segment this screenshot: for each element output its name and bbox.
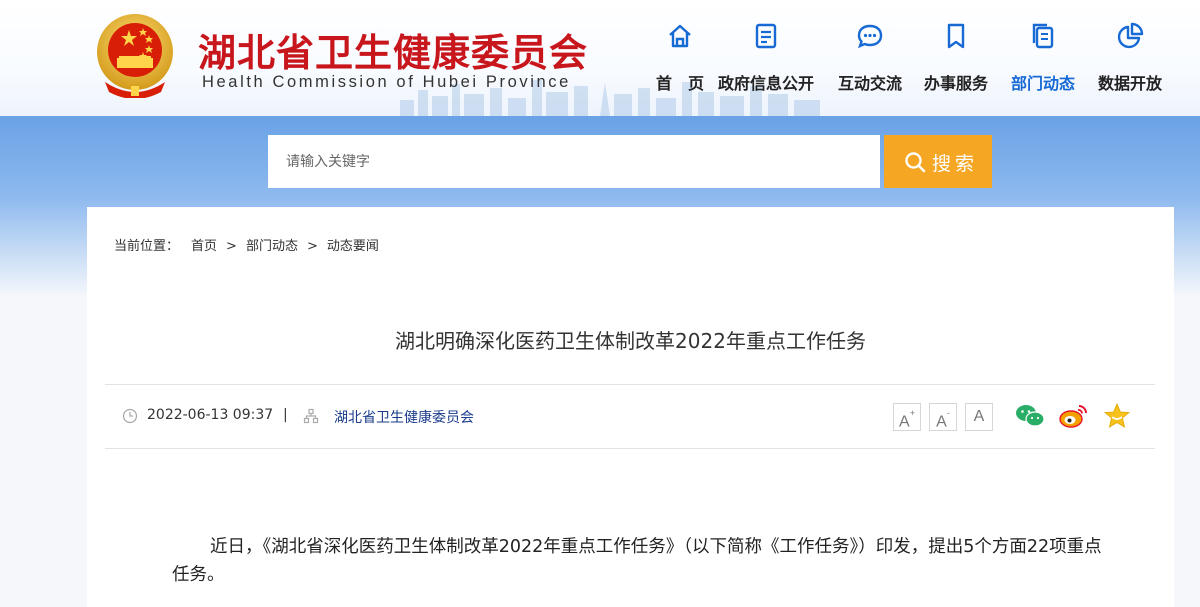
bookmark-icon (947, 23, 965, 49)
font-size-decrease-button[interactable]: A- (929, 403, 957, 431)
article-title: 湖北明确深化医药卫生体制改革2022年重点工作任务 (395, 329, 866, 353)
site-title: 湖北省卫生健康委员会 (198, 31, 589, 75)
nav-item-gov-info[interactable]: 政府信息公开 (716, 18, 816, 98)
search-button-label: 搜索 (932, 153, 979, 175)
publish-date: 2022-06-13 09:37 (147, 407, 274, 423)
wechat-icon[interactable] (1015, 403, 1045, 429)
breadcrumb: 当前位置： 首页 > 部门动态 > 动态要闻 (114, 235, 379, 254)
favorite-star-icon[interactable] (1102, 403, 1132, 429)
search-button[interactable]: 搜索 (884, 135, 992, 188)
nav-item-services[interactable]: 办事服务 (906, 18, 1006, 98)
national-emblem-icon (97, 14, 173, 98)
article-source: 湖北省卫生健康委员会 (334, 410, 474, 426)
nav-label: 办事服务 (923, 74, 988, 93)
search-input[interactable] (268, 135, 880, 188)
nav-label: 互动交流 (837, 74, 902, 93)
nav-label: 部门动态 (1010, 74, 1075, 93)
pie-chart-icon (1117, 22, 1144, 49)
home-icon (669, 24, 691, 48)
nav-item-open-data[interactable]: 数据开放 (1080, 18, 1180, 98)
pages-icon (1032, 23, 1054, 49)
nav-label: 数据开放 (1097, 74, 1162, 93)
font-size-increase-button[interactable]: A+ (893, 403, 921, 431)
nav-label: 政府信息公开 (717, 74, 814, 93)
breadcrumb-separator: > (306, 239, 318, 254)
font-size-reset-button[interactable]: A (965, 403, 993, 431)
divider (105, 384, 1155, 385)
article-card: 当前位置： 首页 > 部门动态 > 动态要闻 湖北明确深化医药卫生体制改革2022年重点工… (87, 207, 1174, 607)
article-body-paragraph: 近日，《湖北省深化医药卫生体制改革2022年重点工作任务》（以下简称《工作任务》… (172, 537, 1102, 585)
nav-item-home[interactable]: 首 页 (630, 18, 730, 98)
breadcrumb-separator: > (226, 239, 237, 254)
nav-item-interaction[interactable]: 互动交流 (820, 18, 920, 98)
meta-separator: | (283, 407, 288, 423)
breadcrumb-link-news[interactable]: 动态要闻 (327, 239, 379, 254)
breadcrumb-link-dept-news[interactable]: 部门动态 (246, 239, 298, 254)
search-icon (905, 152, 926, 173)
breadcrumb-prefix: 当前位置： (114, 239, 180, 254)
site-header: 湖北省卫生健康委员会 Health Commission of Hubei Pr… (0, 0, 1200, 116)
breadcrumb-link-home[interactable]: 首页 (191, 239, 217, 254)
site-subtitle: Health Commission of Hubei Province (202, 73, 571, 91)
divider (105, 448, 1155, 449)
weibo-icon[interactable] (1058, 403, 1088, 429)
organization-icon (303, 408, 319, 424)
nav-label: 首 页 (655, 74, 704, 93)
clock-icon (122, 408, 138, 424)
chat-bubble-icon (857, 24, 883, 49)
search-box (268, 135, 880, 188)
nav-item-dept-news[interactable]: 部门动态 (993, 18, 1093, 98)
document-list-icon (755, 23, 777, 49)
